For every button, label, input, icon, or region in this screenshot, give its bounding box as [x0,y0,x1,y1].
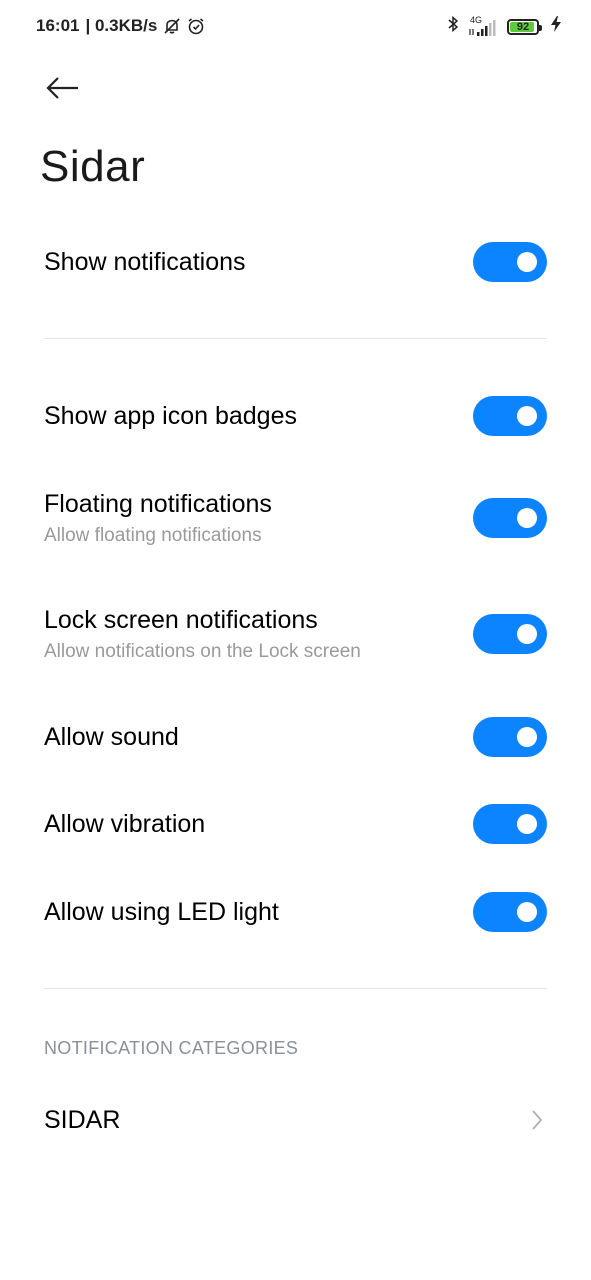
setting-title: Show app icon badges [44,401,297,430]
category-item-sidar[interactable]: SIDAR [44,1100,547,1140]
notification-categories-header: NOTIFICATION CATEGORIES [44,1038,299,1058]
bluetooth-icon [447,15,459,38]
battery-icon: 92 [507,18,542,35]
setting-subtitle: Allow notifications on the Lock screen [44,640,361,662]
setting-allow-led[interactable]: Allow using LED light [44,892,547,932]
setting-subtitle: Allow floating notifications [44,524,262,546]
status-time: 16:01 [36,16,80,35]
app-icon-badges-toggle[interactable] [473,396,547,436]
alarm-icon [187,17,205,35]
status-right: 4G 92 [447,15,561,38]
setting-allow-vibration[interactable]: Allow vibration [44,804,547,844]
lock-screen-notifications-toggle[interactable] [473,614,547,654]
toggle-knob [517,902,537,922]
notifications-off-icon [163,17,181,35]
back-arrow-icon [46,77,78,99]
setting-title: Floating notifications [44,489,272,518]
floating-notifications-toggle[interactable] [473,498,547,538]
status-left: 16:01 | 0.3KB/s [36,16,205,36]
status-bar: 16:01 | 0.3KB/s 4G 92 [0,0,591,56]
battery-level: 92 [516,20,530,33]
setting-show-notifications[interactable]: Show notifications [44,242,547,282]
setting-title: Lock screen notifications [44,605,318,634]
allow-sound-toggle[interactable] [473,717,547,757]
setting-title: Allow vibration [44,809,206,838]
setting-floating-notifications[interactable]: Floating notifications Allow floating no… [44,488,547,548]
toggle-knob [517,727,537,747]
allow-led-toggle[interactable] [473,892,547,932]
category-title: SIDAR [44,1105,121,1134]
setting-allow-sound[interactable]: Allow sound [44,717,547,757]
signal-icon: 4G [467,15,499,37]
toggle-knob [517,406,537,426]
toggle-knob [517,624,537,644]
setting-title: Allow using LED light [44,897,279,926]
back-button[interactable] [40,68,86,108]
page-title: Sidar [40,142,146,191]
toggle-knob [517,252,537,272]
setting-lock-screen-notifications[interactable]: Lock screen notifications Allow notifica… [44,604,547,664]
charging-icon [551,16,561,37]
status-network-speed: | 0.3KB/s [85,16,158,35]
chevron-right-icon [527,1108,547,1132]
setting-title: Allow sound [44,722,179,751]
toggle-knob [517,508,537,528]
divider [44,338,547,339]
setting-title: Show notifications [44,247,246,276]
setting-app-icon-badges[interactable]: Show app icon badges [44,396,547,436]
allow-vibration-toggle[interactable] [473,804,547,844]
divider [44,988,547,989]
show-notifications-toggle[interactable] [473,242,547,282]
toggle-knob [517,814,537,834]
